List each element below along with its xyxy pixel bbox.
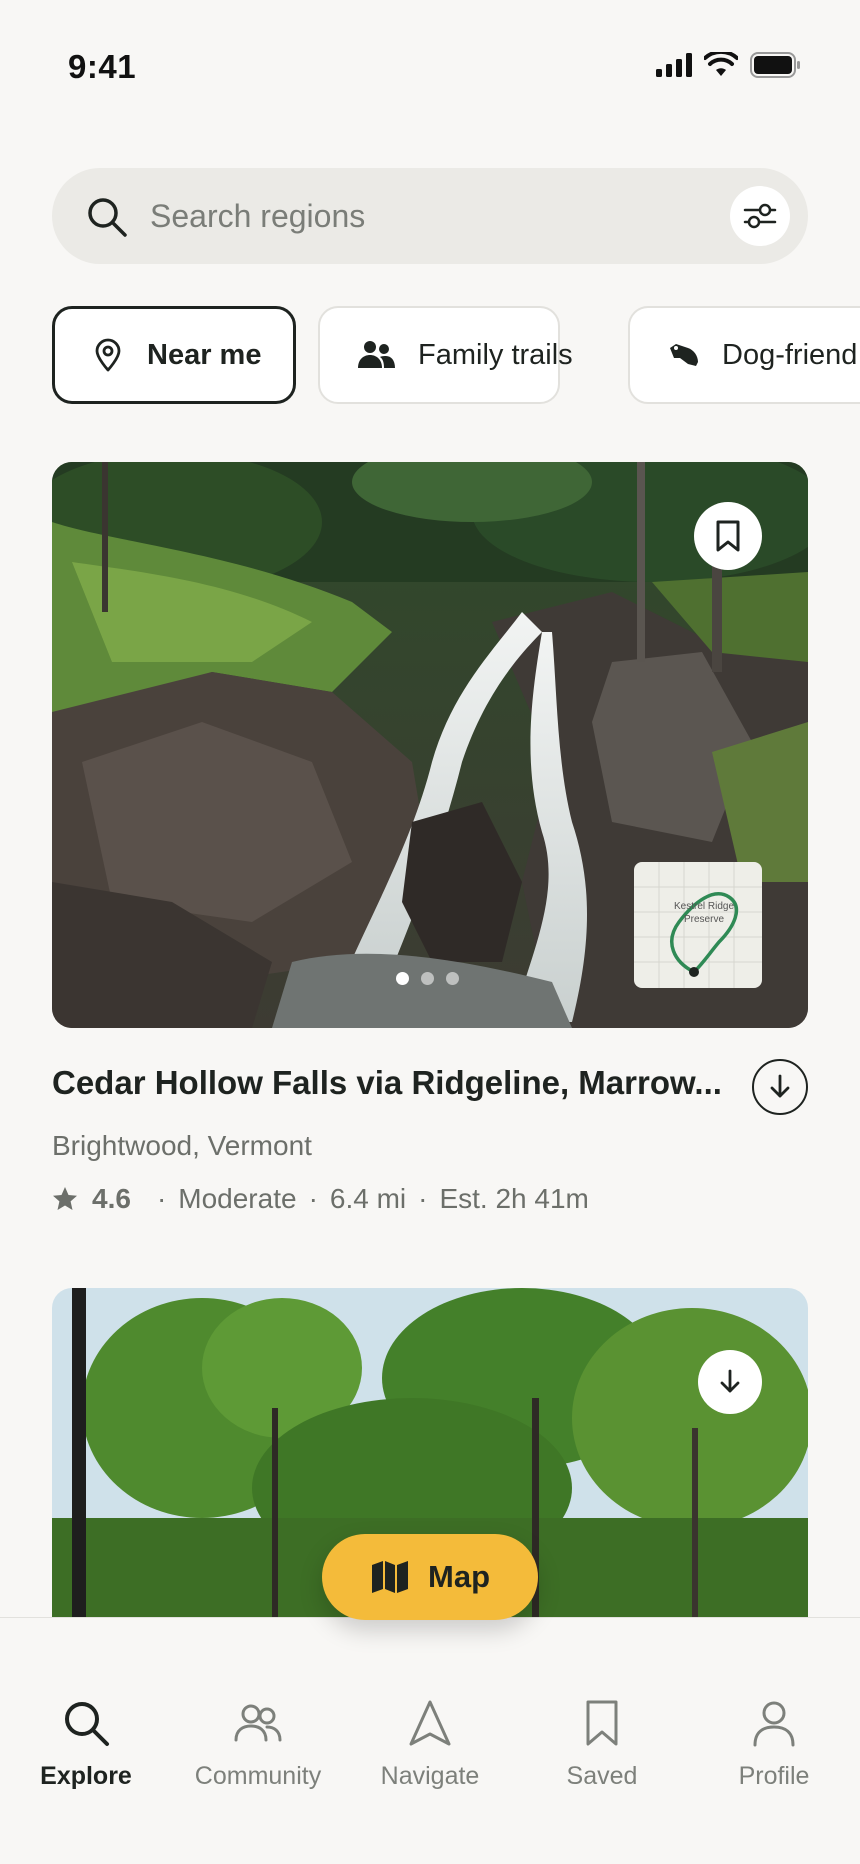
search-input[interactable]: Search regions xyxy=(150,198,365,235)
trail-meta: 4.6 · Moderate · 6.4 mi · Est. 2h 41m xyxy=(52,1183,589,1215)
filter-chip-row: Near me Family trails Dog-friend xyxy=(52,306,860,406)
filter-button[interactable] xyxy=(730,186,790,246)
wifi-icon xyxy=(704,52,738,76)
map-icon xyxy=(372,1561,408,1593)
nav-community[interactable]: Community xyxy=(172,1698,344,1791)
search-icon xyxy=(65,1702,109,1746)
nav-label: Explore xyxy=(40,1762,132,1790)
separator-dot: · xyxy=(308,1183,318,1214)
chip-label: Near me xyxy=(147,338,262,371)
chip-near-me[interactable]: Near me xyxy=(52,306,296,404)
chip-family-trails[interactable]: Family trails xyxy=(318,306,573,404)
trail-est-time: Est. 2h 41m xyxy=(439,1183,589,1214)
download-button[interactable] xyxy=(752,1059,808,1115)
map-button-label: Map xyxy=(428,1559,490,1594)
trail-card-photo[interactable]: Kestrel Ridge Preserve xyxy=(52,462,808,1028)
battery-icon xyxy=(750,52,800,78)
bookmark-icon xyxy=(716,520,740,552)
status-bar: 9:41 xyxy=(0,0,860,130)
nav-label: Profile xyxy=(738,1762,810,1790)
chip-label: Dog-friend xyxy=(722,338,858,371)
search-icon xyxy=(88,198,127,237)
nav-label: Saved xyxy=(566,1762,638,1790)
nav-profile[interactable]: Profile xyxy=(688,1698,860,1791)
status-icons xyxy=(656,52,802,78)
navigate-icon xyxy=(409,1700,451,1746)
bottom-nav: Explore Community Navigate Saved Profile xyxy=(0,1617,860,1864)
pager-dot[interactable] xyxy=(421,972,434,985)
pager-dot[interactable] xyxy=(396,972,409,985)
trail-title[interactable]: Cedar Hollow Falls via Ridgeline, Marrow… xyxy=(52,1064,742,1102)
nav-label: Community xyxy=(194,1762,322,1790)
nav-navigate[interactable]: Navigate xyxy=(344,1698,516,1791)
nav-saved[interactable]: Saved xyxy=(516,1698,688,1791)
download-button-2[interactable] xyxy=(698,1350,762,1414)
status-time: 9:41 xyxy=(68,48,137,85)
trail-distance: 6.4 mi xyxy=(329,1183,407,1214)
map-button[interactable]: Map xyxy=(322,1534,538,1620)
search-bar[interactable]: Search regions xyxy=(52,168,808,264)
nav-label: Navigate xyxy=(380,1762,480,1790)
mini-map-label: Kestrel Ridge Preserve xyxy=(673,901,735,925)
separator-dot: · xyxy=(418,1183,428,1214)
nav-explore[interactable]: Explore xyxy=(0,1698,172,1791)
trail-location: Brightwood, Vermont xyxy=(52,1130,312,1161)
chip-dog-friendly[interactable]: Dog-friend xyxy=(628,306,860,404)
download-arrow-icon xyxy=(770,1074,790,1098)
trail-difficulty: Moderate xyxy=(178,1183,297,1214)
sliders-icon xyxy=(743,203,777,229)
location-pin-icon xyxy=(95,338,121,372)
profile-icon xyxy=(753,1701,795,1747)
bookmark-button[interactable] xyxy=(694,502,762,570)
dog-icon xyxy=(670,344,698,366)
mini-map-preview[interactable]: Kestrel Ridge Preserve xyxy=(634,862,762,988)
trail-rating: 4.6 xyxy=(92,1183,131,1214)
star-icon xyxy=(53,1187,77,1210)
signal-icon xyxy=(656,53,692,77)
separator-dot: · xyxy=(156,1183,167,1214)
pager-dot[interactable] xyxy=(446,972,459,985)
chip-label: Family trails xyxy=(418,338,573,371)
people-icon xyxy=(358,341,395,368)
community-icon xyxy=(234,1704,282,1742)
image-pager[interactable] xyxy=(396,972,459,985)
bookmark-icon xyxy=(586,1700,618,1746)
download-arrow-icon xyxy=(720,1369,740,1393)
